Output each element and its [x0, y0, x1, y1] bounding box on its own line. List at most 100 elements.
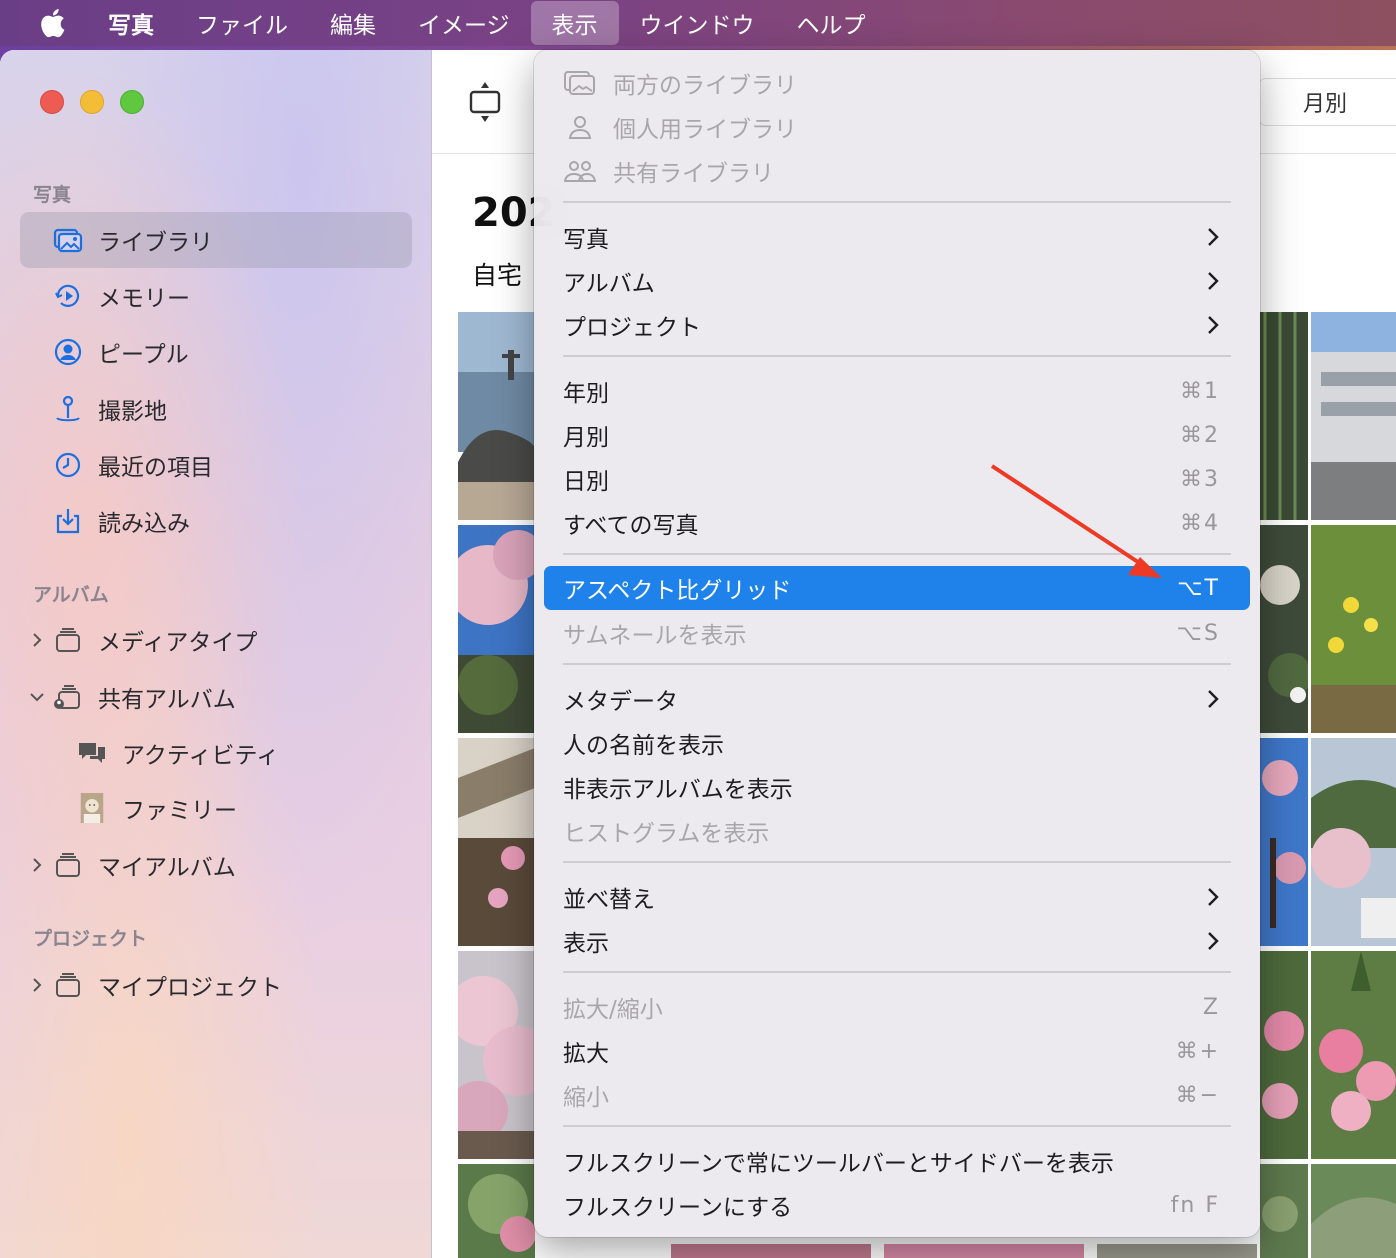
photo-thumbnail[interactable]: [1097, 1244, 1257, 1258]
menu-item-label: 個人用ライブラリ: [613, 117, 797, 143]
menu-item-label: 月別: [563, 425, 609, 451]
menu-item-shortcut: ⌘4: [1180, 510, 1220, 536]
menu-item-label: メタデータ: [563, 689, 678, 715]
library-icon: [52, 224, 84, 256]
sidebar-item-my-projects[interactable]: マイプロジェクト: [20, 957, 412, 1013]
menu-item-aspect-ratio-grid[interactable]: アスペクト比グリッド ⌥T: [544, 566, 1250, 610]
project-stack-icon: [52, 969, 84, 1001]
photo-thumbnail[interactable]: [1311, 738, 1396, 946]
menu-edit[interactable]: 編集: [309, 0, 397, 46]
menu-item-shortcut: ⌘+: [1175, 1038, 1220, 1064]
menu-image[interactable]: イメージ: [397, 0, 531, 46]
menu-item-label: 日別: [563, 469, 609, 495]
photo-thumbnail[interactable]: [1311, 1164, 1396, 1258]
chevron-right-icon[interactable]: [30, 632, 46, 648]
menu-item-years[interactable]: 年別 ⌘1: [544, 369, 1250, 413]
menu-item-projects[interactable]: プロジェクト: [544, 303, 1250, 347]
menu-item-zoom-out: 縮小 ⌘−: [544, 1073, 1250, 1117]
menu-separator: [563, 663, 1231, 665]
menu-item-label: プロジェクト: [563, 315, 701, 341]
sidebar-item-recents[interactable]: 最近の項目: [20, 437, 412, 493]
photo-thumbnail[interactable]: [458, 525, 535, 733]
photo-thumbnail[interactable]: [458, 1164, 535, 1258]
menu-item-show-people-names[interactable]: 人の名前を表示: [544, 721, 1250, 765]
sidebar-item-label: アクティビティ: [122, 743, 280, 769]
photo-thumbnail[interactable]: [1260, 951, 1308, 1159]
photo-thumbnail[interactable]: [458, 951, 535, 1159]
chevron-right-icon[interactable]: [30, 857, 46, 873]
zoom-window-button[interactable]: [120, 90, 144, 114]
menu-item-label: サムネールを表示: [563, 623, 747, 649]
sidebar-item-imports[interactable]: 読み込み: [20, 493, 412, 549]
menu-separator: [563, 861, 1231, 863]
menu-item-label: フルスクリーンで常にツールバーとサイドバーを表示: [563, 1151, 1114, 1177]
menu-item-shared-library: 共有ライブラリ: [544, 149, 1250, 193]
menu-item-photos[interactable]: 写真: [544, 215, 1250, 259]
submenu-chevron-icon: [1208, 272, 1219, 290]
submenu-chevron-icon: [1208, 228, 1219, 246]
menu-item-zoom-in[interactable]: 拡大 ⌘+: [544, 1029, 1250, 1073]
menu-item-shortcut: ⌘1: [1180, 378, 1220, 404]
sidebar-section-photos: 写真: [33, 184, 72, 206]
menu-item-enter-fullscreen[interactable]: フルスクリーンにする fn F: [544, 1183, 1250, 1227]
close-window-button[interactable]: [40, 90, 64, 114]
menu-bar: 写真 ファイル 編集 イメージ 表示 ウインドウ ヘルプ: [0, 0, 1396, 46]
family-album-thumbnail: [76, 792, 108, 824]
sidebar-item-people[interactable]: ピープル: [20, 324, 412, 380]
activity-bubbles-icon: [76, 737, 108, 769]
sidebar-item-library[interactable]: ライブラリ: [20, 212, 412, 268]
submenu-chevron-icon: [1208, 316, 1219, 334]
menu-item-show-hidden-album[interactable]: 非表示アルバムを表示: [544, 765, 1250, 809]
photo-thumbnail[interactable]: [1311, 951, 1396, 1159]
sidebar-item-label: ピープル: [98, 342, 189, 368]
menu-item-label: アスペクト比グリッド: [563, 578, 792, 604]
menu-view[interactable]: 表示: [530, 1, 619, 45]
menu-item-personal-library: 個人用ライブラリ: [544, 105, 1250, 149]
menu-item-sort[interactable]: 並べ替え: [544, 875, 1250, 919]
chevron-right-icon[interactable]: [30, 977, 46, 993]
chevron-down-icon[interactable]: [30, 689, 46, 705]
sidebar-item-family[interactable]: ファミリー: [20, 780, 412, 836]
menu-item-albums[interactable]: アルバム: [544, 259, 1250, 303]
sidebar-item-label: マイプロジェクト: [98, 975, 282, 1001]
menu-item-display[interactable]: 表示: [544, 919, 1250, 963]
menu-item-metadata[interactable]: メタデータ: [544, 677, 1250, 721]
menu-item-fullscreen-always-show-toolbar[interactable]: フルスクリーンで常にツールバーとサイドバーを表示: [544, 1139, 1250, 1183]
sidebar-item-activity[interactable]: アクティビティ: [20, 725, 412, 781]
photo-thumbnail[interactable]: [1260, 525, 1308, 733]
photo-thumbnail[interactable]: [458, 312, 535, 520]
menu-app-photos[interactable]: 写真: [104, 0, 175, 46]
menu-help[interactable]: ヘルプ: [776, 0, 887, 46]
photo-thumbnail[interactable]: [671, 1244, 871, 1258]
recents-icon: [52, 449, 84, 481]
album-stack-icon: [52, 849, 84, 881]
menu-separator: [563, 355, 1231, 357]
apple-menu-icon[interactable]: [0, 0, 104, 46]
menu-item-months[interactable]: 月別 ⌘2: [544, 413, 1250, 457]
photo-thumbnail[interactable]: [1260, 312, 1308, 520]
menu-separator: [563, 1125, 1231, 1127]
minimize-window-button[interactable]: [80, 90, 104, 114]
photo-thumbnail[interactable]: [1260, 1164, 1308, 1258]
sidebar-item-places[interactable]: 撮影地: [20, 381, 412, 437]
slideshow-icon[interactable]: [468, 80, 502, 124]
menu-window[interactable]: ウインドウ: [619, 0, 776, 46]
people-icon: [52, 336, 84, 368]
sidebar-item-my-albums[interactable]: マイアルバム: [20, 837, 412, 893]
photo-thumbnail[interactable]: [1260, 738, 1308, 946]
photo-thumbnail[interactable]: [458, 738, 535, 946]
menu-item-all-photos[interactable]: すべての写真 ⌘4: [544, 501, 1250, 545]
photo-thumbnail[interactable]: [884, 1244, 1084, 1258]
menu-file[interactable]: ファイル: [175, 0, 309, 46]
sidebar: 写真 ライブラリ メモリー ピープル 撮影地 最近の項目 読み込み アルバム メ…: [0, 50, 432, 1258]
menu-item-days[interactable]: 日別 ⌘3: [544, 457, 1250, 501]
menu-item-label: 共有ライブラリ: [613, 161, 774, 187]
sidebar-item-memories[interactable]: メモリー: [20, 268, 412, 324]
photo-thumbnail[interactable]: [1311, 525, 1396, 733]
places-icon: [52, 393, 84, 425]
photo-thumbnail[interactable]: [1311, 312, 1396, 520]
sidebar-item-shared-albums[interactable]: 共有アルバム: [20, 669, 412, 725]
sidebar-item-label: ファミリー: [122, 798, 237, 824]
view-months-segment[interactable]: 月別: [1258, 78, 1396, 126]
sidebar-item-media-types[interactable]: メディアタイプ: [20, 612, 412, 668]
